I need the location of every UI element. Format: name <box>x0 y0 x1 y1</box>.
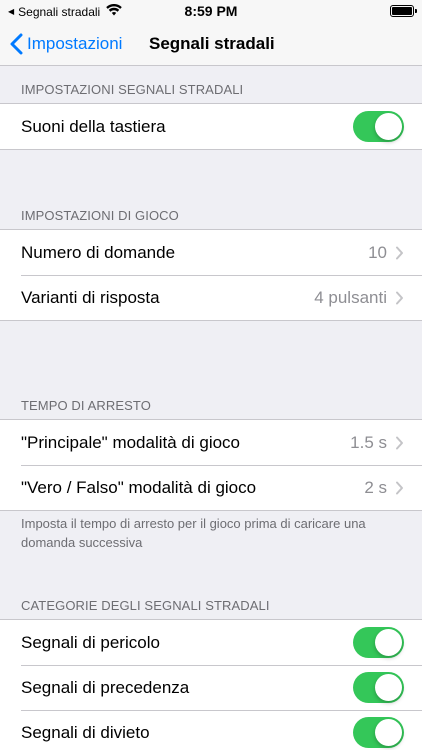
prohibition-signs-toggle[interactable] <box>353 717 404 748</box>
row-true-false-mode-time[interactable]: "Vero / Falso" modalità di gioco 2 s <box>0 465 422 510</box>
row-question-count[interactable]: Numero di domande 10 <box>0 230 422 275</box>
section-header-stop-time: TEMPO DI ARRESTO <box>21 398 151 413</box>
priority-signs-label: Segnali di precedenza <box>21 677 190 697</box>
group-categories: Segnali di pericolo Segnali di precedenz… <box>0 619 422 750</box>
navigation-bar: Impostazioni Segnali stradali <box>0 22 422 66</box>
status-time: 8:59 PM <box>184 3 238 19</box>
row-answer-variants[interactable]: Varianti di risposta 4 pulsanti <box>0 275 422 320</box>
chevron-right-icon <box>395 246 404 260</box>
chevron-right-icon <box>395 291 404 305</box>
chevron-right-icon <box>395 481 404 495</box>
main-mode-value: 1.5 s <box>350 432 387 452</box>
row-priority-signs: Segnali di precedenza <box>0 665 422 710</box>
answer-variants-value: 4 pulsanti <box>314 287 387 307</box>
group-game-settings: Numero di domande 10 Varianti di rispost… <box>0 229 422 321</box>
row-prohibition-signs: Segnali di divieto <box>0 710 422 750</box>
back-button[interactable]: Impostazioni <box>10 22 122 66</box>
settings-screen: ◀ Segnali stradali 8:59 PM Impostazioni … <box>0 0 422 750</box>
status-bar: ◀ Segnali stradali 8:59 PM <box>0 0 422 22</box>
main-mode-label: "Principale" modalità di gioco <box>21 432 241 452</box>
section-header-game-settings: IMPOSTAZIONI DI GIOCO <box>21 208 179 223</box>
keyboard-sounds-label: Suoni della tastiera <box>21 116 166 136</box>
section-header-road-sign-settings: IMPOSTAZIONI SEGNALI STRADALI <box>21 82 244 97</box>
answer-variants-label: Varianti di risposta <box>21 287 160 307</box>
question-count-label: Numero di domande <box>21 242 176 262</box>
true-false-mode-value: 2 s <box>364 477 387 497</box>
page-title: Segnali stradali <box>149 34 275 53</box>
prohibition-signs-label: Segnali di divieto <box>21 722 150 742</box>
true-false-mode-label: "Vero / Falso" modalità di gioco <box>21 477 257 497</box>
group-stop-time: "Principale" modalità di gioco 1.5 s "Ve… <box>0 419 422 511</box>
priority-signs-toggle[interactable] <box>353 672 404 703</box>
row-danger-signs: Segnali di pericolo <box>0 620 422 665</box>
row-main-mode-time[interactable]: "Principale" modalità di gioco 1.5 s <box>0 420 422 465</box>
row-keyboard-sounds: Suoni della tastiera <box>0 104 422 149</box>
chevron-right-icon <box>395 436 404 450</box>
group-road-sign-settings: Suoni della tastiera <box>0 103 422 150</box>
back-button-label: Impostazioni <box>27 34 123 53</box>
danger-signs-label: Segnali di pericolo <box>21 632 160 652</box>
danger-signs-toggle[interactable] <box>353 627 404 658</box>
stop-time-footer: Imposta il tempo di arresto per il gioco… <box>21 516 366 550</box>
chevron-left-icon <box>10 33 23 55</box>
question-count-value: 10 <box>368 242 387 262</box>
battery-icon <box>390 5 417 17</box>
keyboard-sounds-toggle[interactable] <box>353 111 404 142</box>
section-header-categories: CATEGORIE DEGLI SEGNALI STRADALI <box>21 598 270 613</box>
